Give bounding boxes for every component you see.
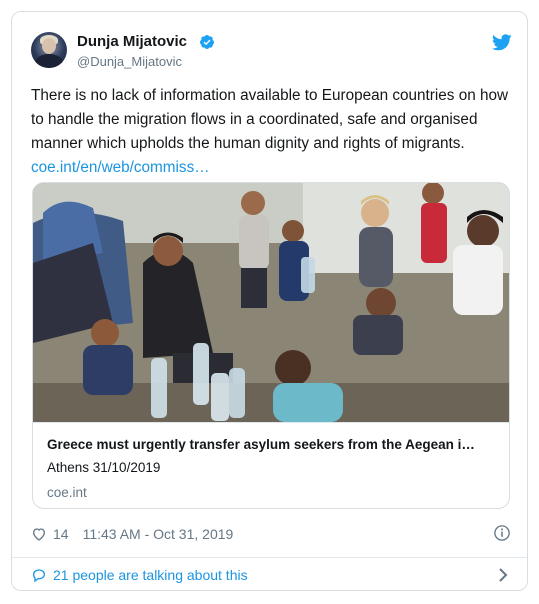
tweet-link[interactable]: coe.int/en/web/commiss… bbox=[31, 159, 210, 176]
chevron-right-icon[interactable] bbox=[497, 567, 509, 583]
tweet-timestamp[interactable]: 11:43 AM - Oct 31, 2019 bbox=[83, 526, 234, 542]
info-icon[interactable] bbox=[493, 524, 511, 542]
twitter-bird-icon[interactable] bbox=[492, 34, 512, 51]
author-handle[interactable]: @Dunja_Mijatovic bbox=[77, 54, 182, 69]
children-drinking-water-photo bbox=[33, 183, 509, 422]
tweet-card: Dunja Mijatovic @Dunja_Mijatovic There i… bbox=[11, 11, 528, 591]
link-card-body: Greece must urgently transfer asylum see… bbox=[33, 422, 509, 508]
author-name[interactable]: Dunja Mijatovic bbox=[77, 33, 187, 50]
verified-badge-icon bbox=[200, 35, 214, 49]
avatar[interactable] bbox=[31, 32, 67, 68]
heart-icon[interactable] bbox=[31, 526, 47, 542]
link-preview-card[interactable]: Greece must urgently transfer asylum see… bbox=[32, 182, 510, 509]
footer-divider bbox=[12, 557, 527, 558]
conversation-link[interactable]: 21 people are talking about this bbox=[31, 564, 248, 586]
link-card-title: Greece must urgently transfer asylum see… bbox=[47, 437, 475, 452]
talking-about-text[interactable]: 21 people are talking about this bbox=[53, 567, 248, 583]
tweet-body: There is no lack of information availabl… bbox=[31, 87, 509, 152]
like-count[interactable]: 14 bbox=[53, 526, 69, 542]
comment-bubble-icon bbox=[32, 569, 46, 583]
tweet-meta: 14 11:43 AM - Oct 31, 2019 bbox=[31, 522, 233, 546]
link-card-subtitle: Athens 31/10/2019 bbox=[47, 460, 161, 475]
link-card-domain: coe.int bbox=[47, 485, 87, 500]
tweet-text: There is no lack of information availabl… bbox=[31, 84, 511, 180]
